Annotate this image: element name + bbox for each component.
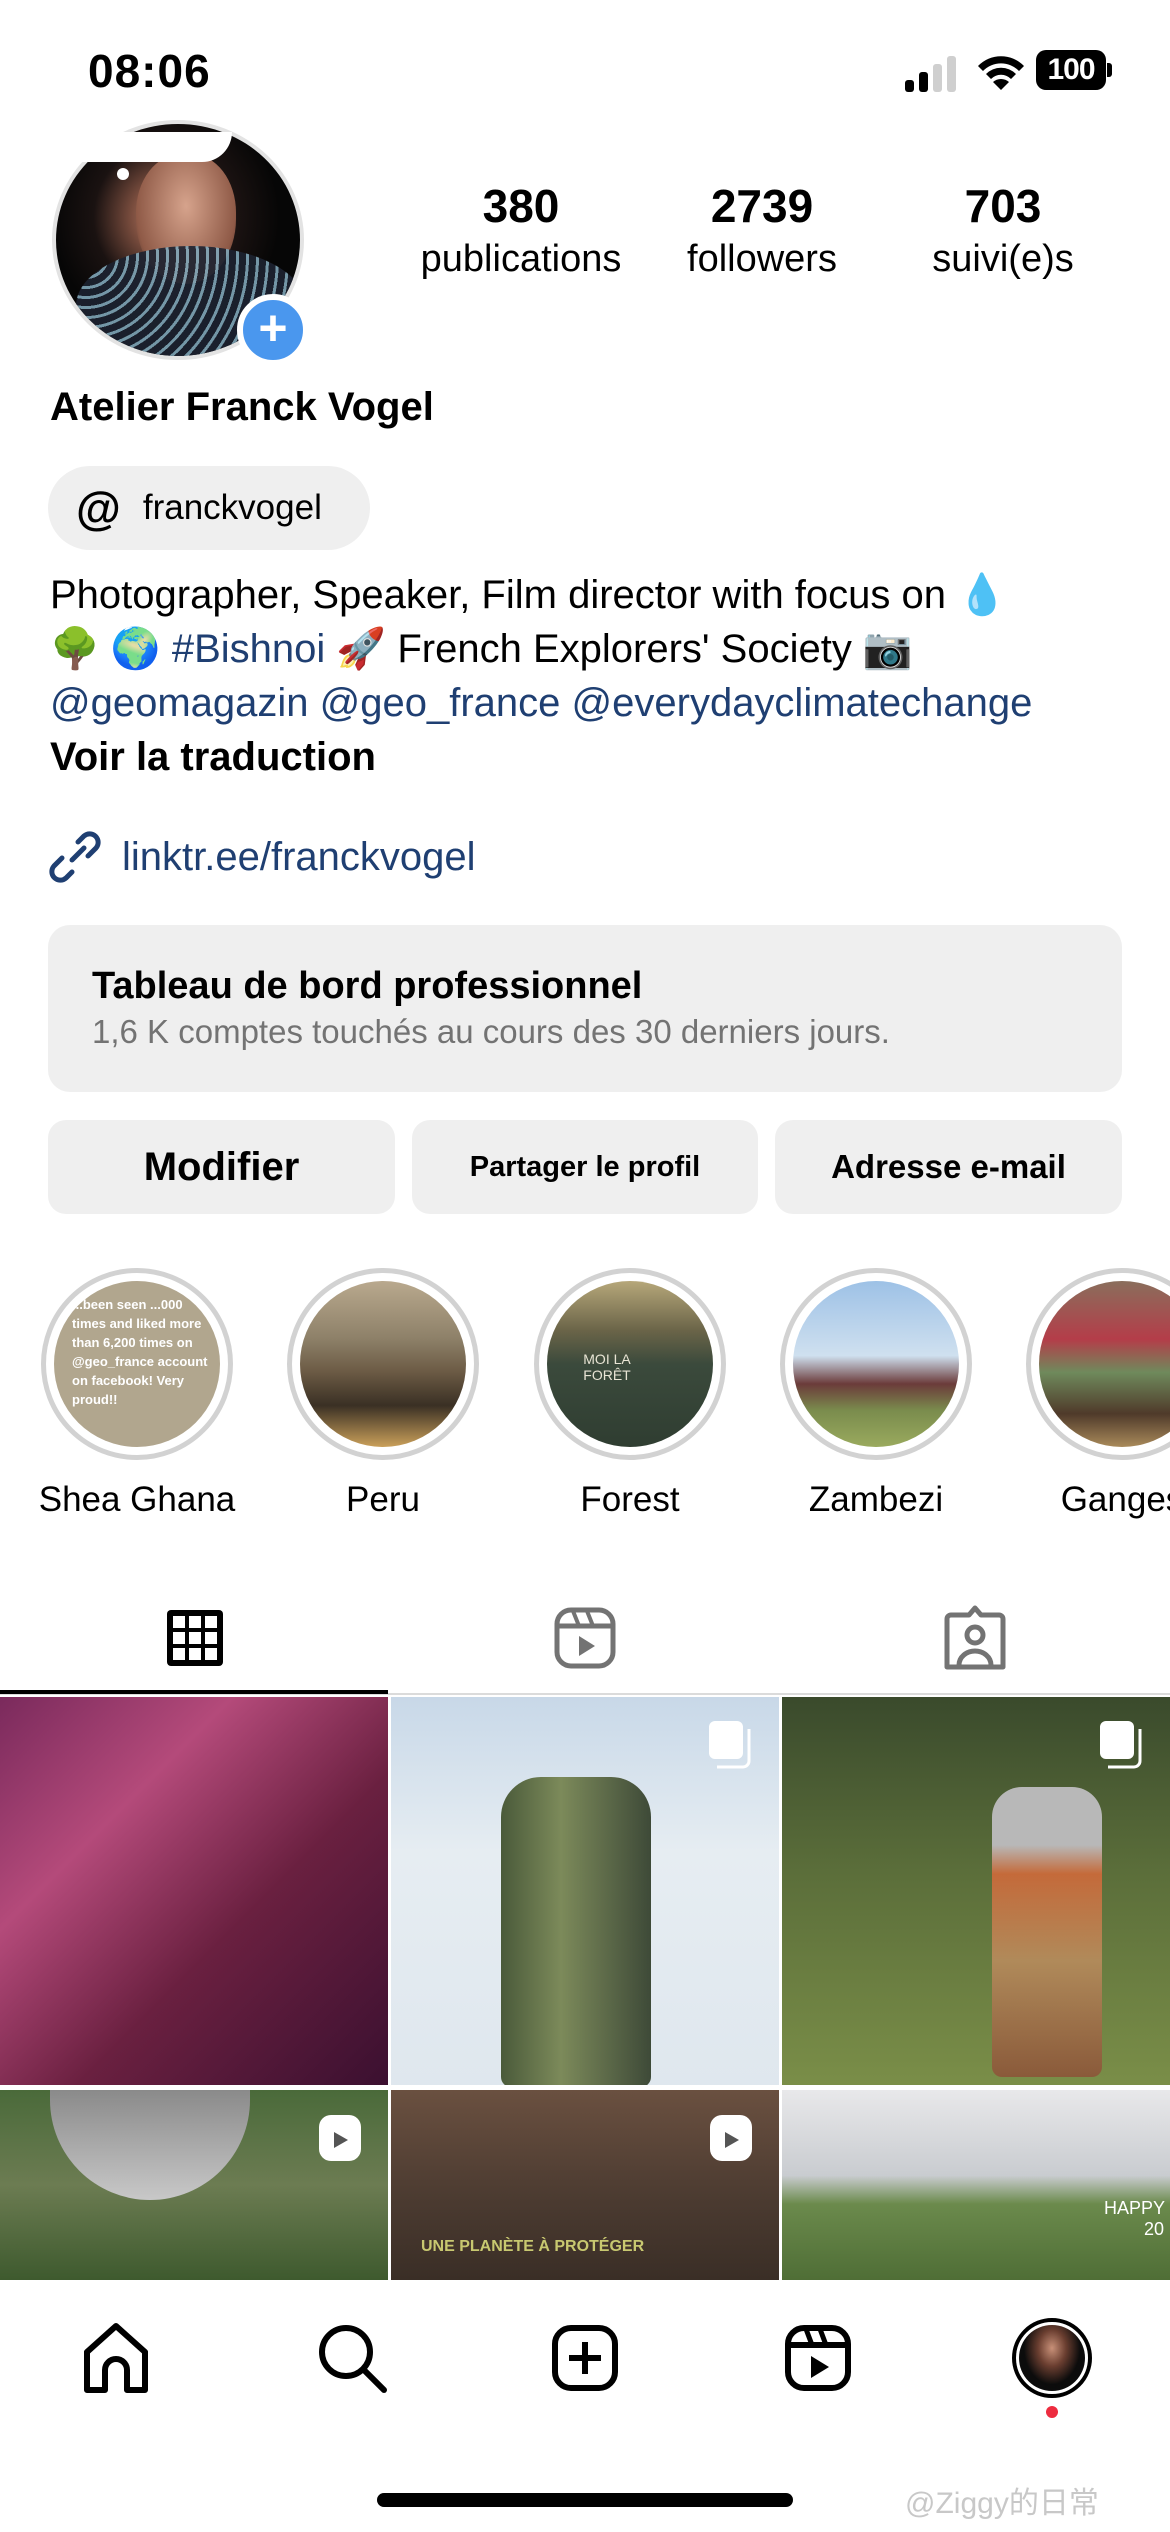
profile-avatar bbox=[1012, 2318, 1092, 2398]
stat-label: suivi(e)s bbox=[932, 238, 1074, 280]
bio-line: Photographer, Speaker, Film director wit… bbox=[50, 573, 1007, 617]
highlight-forest[interactable]: MOI LA FORÊT Forest bbox=[530, 1268, 730, 1520]
highlight-ring bbox=[287, 1268, 479, 1460]
threads-badge[interactable]: @ franckvogel bbox=[48, 466, 370, 550]
grid-icon bbox=[167, 1610, 223, 1666]
stat-value: 380 bbox=[482, 180, 560, 232]
tab-posts[interactable] bbox=[0, 1588, 390, 1688]
post-thumbnail[interactable] bbox=[0, 2090, 388, 2280]
highlight-ring bbox=[780, 1268, 972, 1460]
tagged-icon bbox=[944, 1605, 1006, 1670]
tab-reels[interactable] bbox=[390, 1588, 780, 1688]
highlight-cover: ...been seen ...000 times and liked more… bbox=[54, 1281, 220, 1447]
highlight-label: Ganges bbox=[1060, 1480, 1170, 1519]
home-icon bbox=[84, 2323, 148, 2393]
carousel-icon bbox=[709, 1721, 751, 1769]
nav-home[interactable] bbox=[56, 2308, 176, 2408]
add-story-button[interactable]: + bbox=[237, 294, 309, 366]
basin bbox=[50, 2090, 250, 2200]
mentions-links[interactable]: @geomagazin @geo_france @everydayclimate… bbox=[50, 676, 1130, 730]
edit-profile-button[interactable]: Modifier bbox=[48, 1120, 395, 1214]
signal-icon bbox=[905, 56, 957, 92]
translate-link[interactable]: Voir la traduction bbox=[50, 730, 1130, 784]
highlight-ring bbox=[1026, 1268, 1170, 1460]
profile-link[interactable]: linktr.ee/franckvogel bbox=[48, 830, 476, 884]
dashboard-subtitle: 1,6 K comptes touchés au cours des 30 de… bbox=[92, 1013, 890, 1050]
reel-icon bbox=[319, 2115, 361, 2161]
highlight-zambezi[interactable]: Zambezi bbox=[776, 1268, 976, 1520]
link-url: linktr.ee/franckvogel bbox=[122, 834, 476, 879]
highlight-shea-ghana[interactable]: ...been seen ...000 times and liked more… bbox=[37, 1268, 237, 1520]
tab-tagged[interactable] bbox=[780, 1588, 1170, 1688]
reel-icon bbox=[710, 2115, 752, 2161]
nav-create[interactable] bbox=[525, 2308, 645, 2408]
post-overlay-text: UNE PLANÈTE À PROTÉGER bbox=[421, 2238, 645, 2255]
post-thumbnail[interactable]: UNE PLANÈTE À PROTÉGER bbox=[391, 2090, 779, 2280]
plus-icon: + bbox=[258, 300, 288, 356]
highlight-peru[interactable]: Peru bbox=[283, 1268, 483, 1520]
wifi-icon bbox=[978, 56, 1024, 90]
highlight-label: Peru bbox=[346, 1480, 420, 1519]
rock-pillar bbox=[501, 1777, 651, 2085]
stat-publications[interactable]: 380 publications bbox=[401, 178, 641, 284]
active-tab-indicator bbox=[0, 1690, 388, 1694]
stat-followers[interactable]: 2739 followers bbox=[642, 178, 882, 284]
bio-emoji: 🌳 🌍 bbox=[50, 627, 161, 671]
reels-icon bbox=[554, 1607, 616, 1669]
watermark: @Ziggy的日常 bbox=[905, 2487, 1099, 2520]
dashboard-title: Tableau de bord professionnel bbox=[92, 965, 643, 1007]
highlight-cover bbox=[793, 1281, 959, 1447]
battery-indicator: 100 bbox=[1036, 50, 1106, 90]
search-icon bbox=[319, 2325, 387, 2393]
nav-reels[interactable] bbox=[758, 2308, 878, 2408]
post-thumbnail[interactable] bbox=[0, 1697, 388, 2085]
stat-value: 703 bbox=[964, 180, 1042, 232]
reels-icon bbox=[785, 2325, 851, 2391]
stat-value: 2739 bbox=[710, 180, 814, 232]
stat-following[interactable]: 703 suivi(e)s bbox=[883, 178, 1123, 284]
highlight-label: Shea Ghana bbox=[38, 1480, 236, 1519]
highlight-cover bbox=[1039, 1281, 1170, 1447]
email-button[interactable]: Adresse e-mail bbox=[775, 1120, 1122, 1214]
professional-dashboard[interactable]: Tableau de bord professionnel 1,6 K comp… bbox=[48, 925, 1122, 1092]
post-thumbnail[interactable] bbox=[391, 1697, 779, 2085]
battery-tip bbox=[1107, 63, 1112, 77]
highlight-ring: ...been seen ...000 times and liked more… bbox=[41, 1268, 233, 1460]
profile-bio: Photographer, Speaker, Film director wit… bbox=[50, 568, 1130, 784]
note-bubble[interactable] bbox=[52, 132, 232, 162]
create-icon bbox=[552, 2325, 618, 2391]
highlight-ring: MOI LA FORÊT bbox=[534, 1268, 726, 1460]
highlight-label: Forest bbox=[580, 1480, 680, 1519]
link-icon bbox=[49, 831, 101, 883]
hashtag-link[interactable]: #Bishnoi bbox=[172, 627, 325, 671]
highlight-ganges[interactable]: Ganges bbox=[1022, 1268, 1170, 1520]
post-overlay-text: HAPPY 20 bbox=[1104, 2198, 1166, 2239]
carousel-icon bbox=[1100, 1721, 1142, 1769]
status-time: 08:06 bbox=[88, 45, 211, 97]
stat-label: publications bbox=[420, 238, 622, 280]
figure bbox=[992, 1787, 1102, 2077]
nav-profile[interactable] bbox=[992, 2308, 1112, 2408]
threads-icon: @ bbox=[76, 482, 121, 534]
post-thumbnail[interactable] bbox=[782, 1697, 1170, 2085]
threads-handle: franckvogel bbox=[142, 488, 322, 527]
bio-line: 🌳 🌍 #Bishnoi 🚀 French Explorers' Society… bbox=[50, 622, 1130, 676]
bio-text: 🚀 French Explorers' Society 📷 bbox=[336, 627, 913, 671]
stat-label: followers bbox=[687, 238, 837, 280]
notification-dot bbox=[1046, 2406, 1058, 2418]
highlight-label: Zambezi bbox=[808, 1480, 944, 1519]
note-bubble-dot bbox=[117, 168, 129, 180]
share-profile-button[interactable]: Partager le profil bbox=[412, 1120, 758, 1214]
profile-name: Atelier Franck Vogel bbox=[50, 385, 434, 429]
highlight-cover: MOI LA FORÊT bbox=[547, 1281, 713, 1447]
highlight-cover-text: MOI LA FORÊT bbox=[583, 1351, 631, 1383]
home-indicator bbox=[377, 2493, 793, 2507]
post-thumbnail[interactable]: HAPPY 20 bbox=[782, 2090, 1170, 2280]
nav-search[interactable] bbox=[292, 2308, 412, 2408]
highlight-cover bbox=[300, 1281, 466, 1447]
